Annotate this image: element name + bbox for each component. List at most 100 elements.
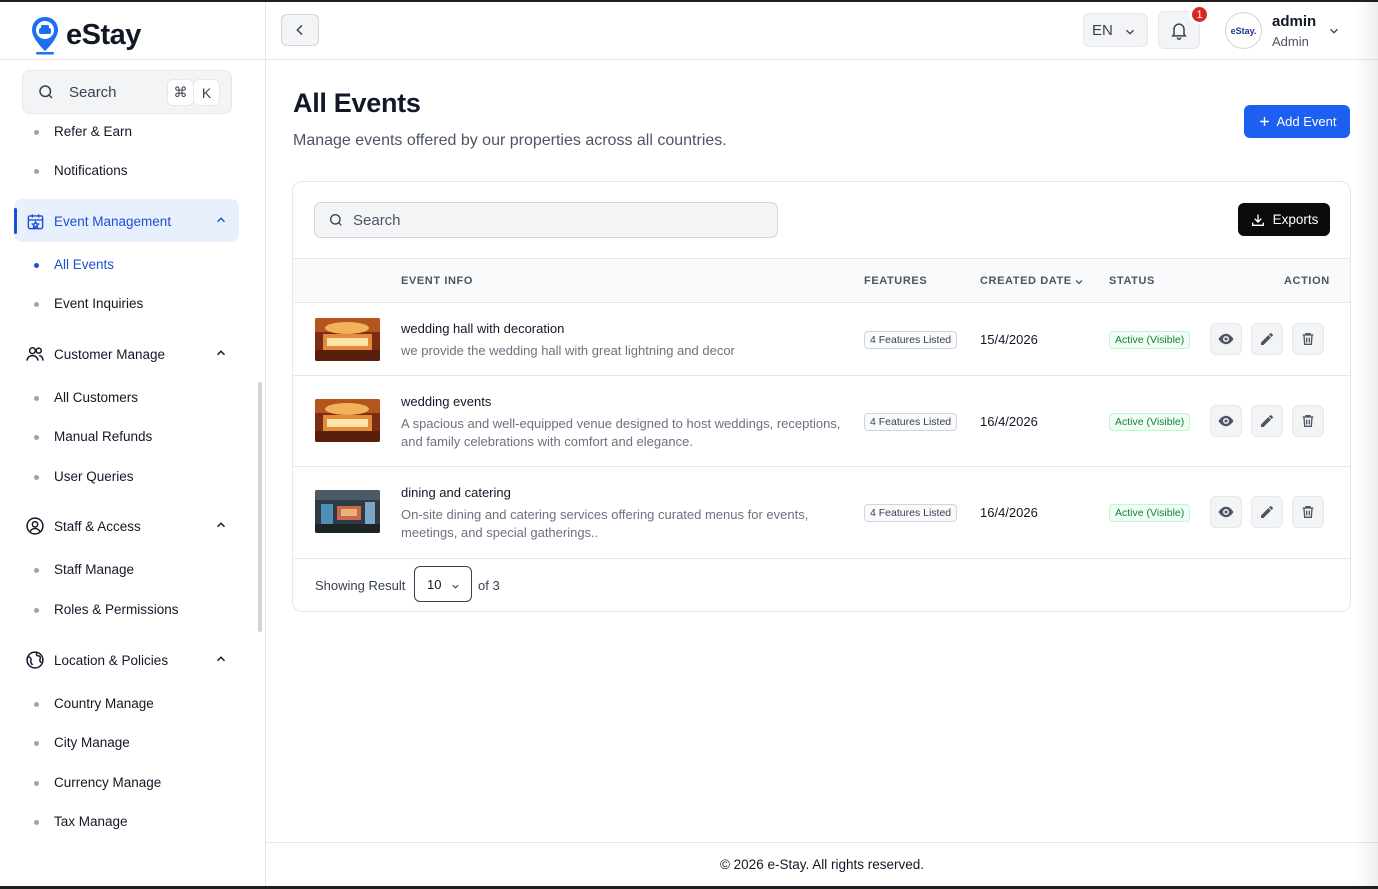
exports-label: Exports — [1272, 212, 1319, 227]
sidebar-item-currency-manage[interactable]: Currency Manage — [54, 775, 161, 790]
back-button[interactable] — [281, 14, 319, 46]
edit-button[interactable] — [1251, 323, 1283, 355]
exports-button[interactable]: Exports — [1238, 203, 1330, 236]
sidebar-divider — [0, 59, 265, 60]
view-button[interactable] — [1210, 405, 1242, 437]
page-size-select[interactable]: 10 — [414, 566, 472, 602]
eye-icon — [1218, 415, 1234, 427]
nav-dot — [34, 169, 39, 174]
sidebar-group-label: Location & Policies — [54, 652, 169, 668]
table-row[interactable]: wedding events A spacious and well-equip… — [293, 376, 1350, 467]
table-row[interactable]: dining and catering On-site dining and c… — [293, 467, 1350, 559]
calendar-star-icon — [24, 210, 46, 232]
sidebar-item-event-inquiries[interactable]: Event Inquiries — [54, 296, 143, 311]
users-icon — [24, 343, 46, 365]
view-button[interactable] — [1210, 496, 1242, 528]
chevron-down-icon — [452, 584, 459, 589]
brand-logo[interactable]: eStay — [30, 10, 141, 60]
status-badge: Active (Visible) — [1109, 331, 1191, 349]
delete-button[interactable] — [1292, 323, 1324, 355]
download-icon — [1251, 214, 1264, 226]
edit-button[interactable] — [1251, 496, 1283, 528]
trash-icon — [1302, 415, 1314, 427]
sidebar-item-city-manage[interactable]: City Manage — [54, 735, 130, 750]
language-select[interactable]: EN — [1083, 13, 1148, 47]
globe-icon — [24, 649, 46, 671]
column-created-date[interactable]: CREATED DATE — [980, 275, 1072, 287]
avatar[interactable]: eStay. — [1225, 12, 1262, 49]
notification-badge: 1 — [1190, 5, 1209, 24]
sidebar-item-notifications[interactable]: Notifications — [54, 163, 128, 178]
sidebar-item-roles-permissions[interactable]: Roles & Permissions — [54, 602, 179, 617]
sidebar-active-indicator — [14, 208, 17, 234]
sidebar-group-event-management[interactable]: Event Management — [24, 209, 234, 233]
sidebar-item-staff-manage[interactable]: Staff Manage — [54, 562, 134, 577]
features-badge: 4 Features Listed — [864, 413, 958, 431]
table-header: EVENT INFO FEATURES CREATED DATE STATUS … — [293, 258, 1350, 303]
sidebar-group-label: Staff & Access — [54, 518, 141, 534]
sidebar-search[interactable]: Search ⌘ K — [22, 70, 232, 114]
status-badge: Active (Visible) — [1109, 504, 1191, 522]
features-badge: 4 Features Listed — [864, 331, 958, 349]
status-badge: Active (Visible) — [1109, 413, 1191, 431]
sidebar-item-all-events[interactable]: All Events — [54, 257, 114, 272]
sidebar: eStay Search ⌘ K Refer & Earn Notificati… — [0, 2, 266, 886]
page-subtitle: Manage events offered by our properties … — [293, 132, 727, 149]
app-window: eStay Search ⌘ K Refer & Earn Notificati… — [0, 2, 1378, 886]
sidebar-group-label: Event Management — [54, 213, 172, 229]
view-button[interactable] — [1210, 323, 1242, 355]
sidebar-group-customer-manage[interactable]: Customer Manage — [24, 342, 234, 366]
event-thumbnail — [315, 318, 380, 361]
add-event-label: Add Event — [1276, 114, 1337, 129]
event-description: A spacious and well-equipped venue desig… — [401, 416, 841, 449]
edit-button[interactable] — [1251, 405, 1283, 437]
nav-dot — [34, 702, 39, 707]
eye-icon — [1218, 333, 1234, 345]
sidebar-group-label: Customer Manage — [54, 346, 166, 362]
sidebar-item-tax-manage[interactable]: Tax Manage — [54, 814, 128, 829]
search-icon — [39, 85, 53, 99]
sidebar-group-staff-access[interactable]: Staff & Access — [24, 514, 234, 538]
brand-name: eStay — [66, 18, 141, 51]
copyright-text: © 2026 e-Stay. All rights reserved. — [719, 857, 925, 872]
user-name[interactable]: admin — [1272, 13, 1316, 30]
sidebar-item-manual-refunds[interactable]: Manual Refunds — [54, 429, 152, 444]
event-title: wedding hall with decoration — [401, 321, 565, 336]
chevron-up-icon — [216, 350, 226, 356]
nav-dot — [34, 781, 39, 786]
logo-pin-icon — [32, 17, 58, 55]
sidebar-group-location-policies[interactable]: Location & Policies — [24, 648, 234, 672]
add-event-button[interactable]: Add Event — [1244, 105, 1350, 138]
sidebar-item-user-queries[interactable]: User Queries — [54, 469, 134, 484]
chevron-up-icon — [216, 656, 226, 662]
event-thumbnail — [315, 490, 380, 533]
page-title: All Events — [293, 88, 421, 118]
chevron-up-icon — [216, 217, 226, 223]
delete-button[interactable] — [1292, 496, 1324, 528]
window-edge-shadow — [1356, 2, 1378, 886]
shortcut-k-key: K — [193, 79, 220, 106]
plus-icon — [1259, 117, 1269, 126]
features-badge: 4 Features Listed — [864, 504, 958, 522]
nav-dot — [34, 608, 39, 613]
search-icon — [330, 214, 342, 226]
sidebar-scrollbar[interactable] — [258, 382, 262, 632]
chevron-up-icon — [216, 522, 226, 528]
chevron-down-icon[interactable] — [1327, 24, 1341, 38]
event-description: On-site dining and catering services off… — [401, 507, 809, 540]
eye-icon — [1218, 506, 1234, 518]
sidebar-item-refer-earn[interactable]: Refer & Earn — [54, 124, 132, 139]
sidebar-item-country-manage[interactable]: Country Manage — [54, 696, 154, 711]
table-row[interactable]: wedding hall with decoration we provide … — [293, 303, 1350, 376]
created-date: 15/4/2026 — [980, 332, 1038, 347]
sidebar-item-all-customers[interactable]: All Customers — [54, 390, 138, 405]
pencil-icon — [1261, 333, 1273, 345]
bell-icon — [1171, 23, 1187, 40]
table-search-input[interactable]: Search — [314, 202, 778, 238]
chevron-left-icon — [296, 24, 303, 36]
sort-chevron-down-icon[interactable] — [1073, 276, 1085, 288]
delete-button[interactable] — [1292, 405, 1324, 437]
trash-icon — [1302, 506, 1314, 518]
events-table-card: Search Exports EVENT INFO FEATURES CREAT… — [292, 181, 1351, 612]
nav-dot — [34, 568, 39, 573]
